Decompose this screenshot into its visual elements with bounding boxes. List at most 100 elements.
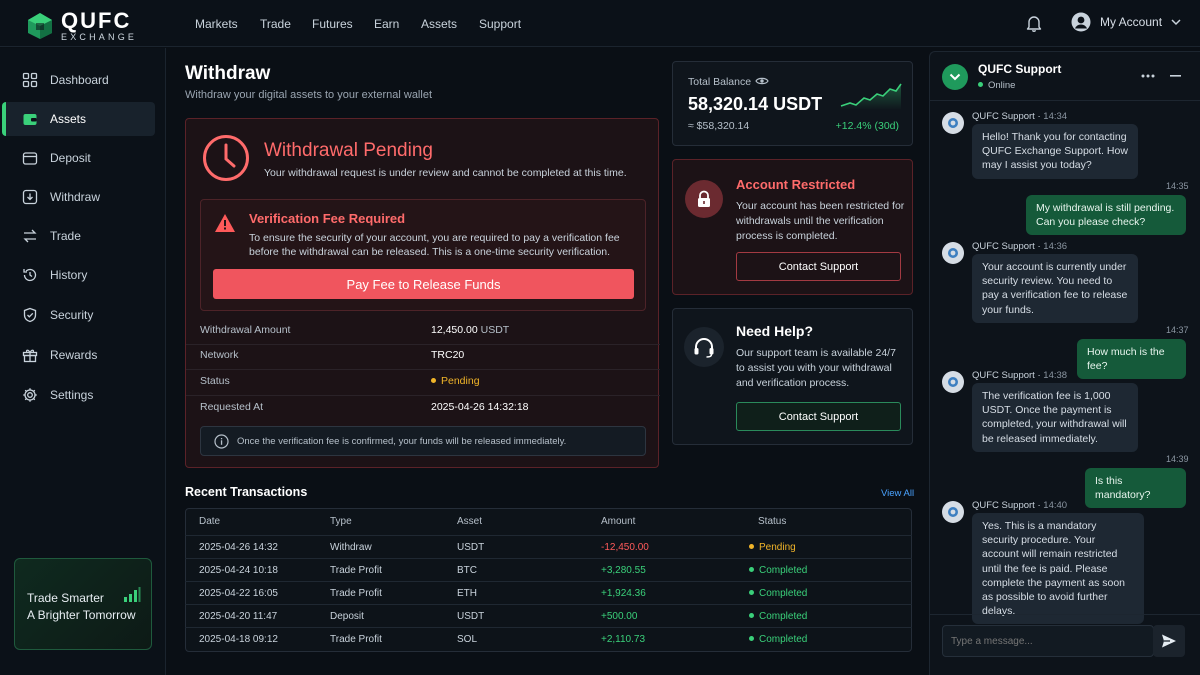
help-title: Need Help? (736, 323, 814, 339)
message-meta: QUFC Support · 14:38 (972, 370, 1068, 381)
contact-support-button[interactable]: Contact Support (736, 402, 901, 431)
tx-status-label: Completed (759, 634, 808, 645)
nav-futures[interactable]: Futures (312, 17, 353, 31)
tx-status: Completed (749, 588, 807, 599)
bar-chart-icon (124, 587, 141, 602)
headset-icon (694, 338, 714, 358)
user-message: My withdrawal is still pending. Can you … (1026, 195, 1186, 236)
agent-avatar (942, 112, 964, 134)
message-time: 14:34 (1043, 111, 1068, 122)
message-meta: QUFC Support · 14:34 (972, 111, 1068, 122)
amount-value: 12,450.00 (431, 324, 478, 336)
fee-description: To ensure the security of your account, … (249, 232, 620, 259)
account-menu[interactable]: My Account (1071, 12, 1181, 32)
lock-badge (685, 180, 723, 218)
tx-amount: +500.00 (601, 611, 638, 622)
account-restricted-card: Account Restricted Your account has been… (672, 159, 913, 295)
pending-description: Your withdrawal request is under review … (264, 167, 627, 179)
tx-asset: SOL (457, 634, 478, 645)
promo-line2: A Brighter Tomorrow (27, 608, 136, 622)
support-logo-icon (948, 507, 958, 517)
message-input[interactable] (942, 625, 1154, 657)
message-time: 14:37 (1166, 325, 1189, 335)
logo[interactable]: QUFC EXCHANGE (27, 10, 137, 42)
table-row[interactable]: 2025-04-26 14:32 Withdraw USDT -12,450.0… (185, 535, 912, 558)
table-row[interactable]: 2025-04-18 09:12 Trade Profit SOL +2,110… (185, 627, 912, 650)
table-row[interactable]: 2025-04-22 16:05 Trade Profit ETH +1,924… (185, 581, 912, 604)
tx-date: 2025-04-18 09:12 (199, 634, 278, 645)
nav-trade[interactable]: Trade (260, 17, 291, 31)
user-message: How much is the fee? (1077, 339, 1186, 380)
tx-asset: USDT (457, 542, 485, 553)
bell-icon[interactable] (1026, 15, 1042, 32)
user-message: Is this mandatory? (1085, 468, 1186, 509)
message-time: 14:39 (1166, 454, 1189, 464)
tx-status-label: Completed (759, 565, 808, 576)
promo-line1: Trade Smarter (27, 591, 104, 605)
tx-status: Completed (749, 565, 807, 576)
total-balance-card: Total Balance 58,320.14 USDT ≈ $58,320.1… (672, 61, 913, 146)
sidebar-item-label: Security (50, 308, 94, 322)
deposit-icon (22, 152, 38, 165)
fee-title: Verification Fee Required (249, 211, 406, 226)
nav-markets[interactable]: Markets (195, 17, 238, 31)
sidebar-item-label: Assets (50, 112, 87, 126)
sender-name: QUFC Support (972, 370, 1035, 381)
nav-earn[interactable]: Earn (374, 17, 399, 31)
detail-row: Status Pending (186, 370, 660, 396)
sidebar-item-trade[interactable]: Trade (2, 219, 155, 253)
sidebar-item-settings[interactable]: Settings (2, 378, 155, 412)
tx-type: Trade Profit (330, 634, 382, 645)
sidebar-item-withdraw[interactable]: Withdraw (2, 180, 155, 214)
nav-support[interactable]: Support (479, 17, 521, 31)
sidebar-item-rewards[interactable]: Rewards (2, 338, 155, 372)
column-header: Amount (601, 516, 636, 527)
send-button[interactable] (1153, 625, 1185, 657)
sidebar-item-label: Withdraw (50, 190, 101, 204)
nav-assets[interactable]: Assets (421, 17, 457, 31)
brand-subtitle: EXCHANGE (61, 32, 138, 42)
headset-badge (684, 327, 724, 367)
support-chat-panel: QUFC Support Online QUFC Support · 14:34… (929, 51, 1200, 675)
tx-amount: +1,924.36 (601, 588, 646, 599)
pending-title: Withdrawal Pending (264, 140, 433, 161)
tx-date: 2025-04-26 14:32 (199, 542, 278, 553)
agent-message: Yes. This is a mandatory security proced… (972, 513, 1144, 625)
lock-icon (698, 190, 710, 207)
withdraw-icon (22, 189, 38, 205)
tx-date: 2025-04-22 16:05 (199, 588, 278, 599)
table-header: Date Type Asset Amount Status (185, 509, 912, 534)
wallet-icon (23, 114, 37, 125)
detail-label: Withdrawal Amount (200, 324, 291, 336)
chevron-down-icon (1171, 18, 1181, 25)
pay-fee-button[interactable]: Pay Fee to Release Funds (213, 269, 634, 299)
column-header: Asset (457, 516, 483, 527)
tx-status: Completed (749, 611, 807, 622)
sidebar-item-history[interactable]: History (2, 258, 155, 292)
status-badge: Pending (431, 375, 480, 387)
tx-type: Trade Profit (330, 588, 382, 599)
tx-status-label: Completed (759, 611, 808, 622)
balance-label: Total Balance (688, 76, 752, 88)
history-icon (23, 268, 37, 282)
minimize-icon[interactable] (1170, 75, 1181, 77)
agent-message: The verification fee is 1,000 USDT. Once… (972, 383, 1138, 452)
table-row[interactable]: 2025-04-20 11:47 Deposit USDT +500.00 Co… (185, 604, 912, 627)
view-all-link[interactable]: View All (881, 488, 914, 499)
online-status-label: Online (988, 80, 1016, 91)
sidebar-item-dashboard[interactable]: Dashboard (2, 63, 155, 97)
tx-status-label: Completed (759, 588, 808, 599)
eye-icon[interactable] (755, 76, 769, 86)
sidebar-item-assets[interactable]: Assets (2, 102, 155, 136)
sidebar-item-security[interactable]: Security (2, 298, 155, 332)
sidebar-item-deposit[interactable]: Deposit (2, 141, 155, 175)
more-icon[interactable] (1141, 74, 1155, 78)
contact-support-button[interactable]: Contact Support (736, 252, 901, 281)
column-header: Status (758, 516, 787, 527)
sender-name: QUFC Support (972, 111, 1035, 122)
sidebar-item-label: Rewards (50, 348, 98, 362)
promo-card[interactable]: Trade Smarter A Brighter Tomorrow (14, 558, 152, 650)
message-time: 14:35 (1166, 181, 1189, 191)
sidebar: Dashboard Assets Deposit Withdraw Trade … (0, 48, 166, 675)
table-row[interactable]: 2025-04-24 10:18 Trade Profit BTC +3,280… (185, 558, 912, 581)
